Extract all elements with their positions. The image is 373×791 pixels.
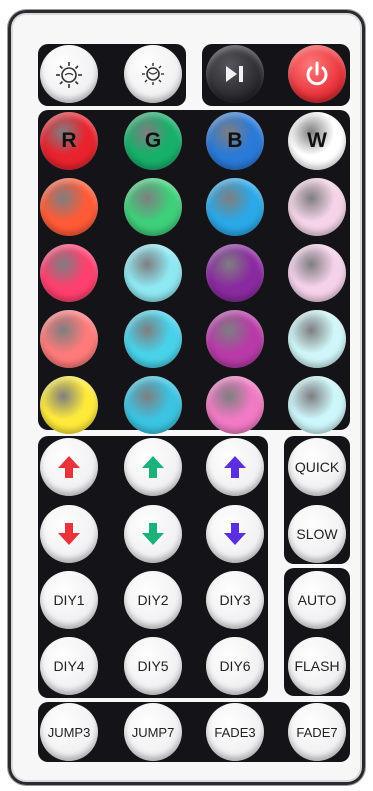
green-down-arrow-button[interactable] [124, 505, 182, 563]
color-label-r: R [61, 129, 77, 152]
diy5-label: DIY5 [137, 658, 169, 674]
brightness-down-button[interactable] [124, 45, 182, 103]
diy3-label: DIY3 [219, 592, 251, 608]
power-button[interactable] [288, 45, 346, 103]
brightness-up-icon [56, 62, 82, 88]
color-button-6[interactable] [124, 178, 182, 236]
diy4-button[interactable]: DIY4 [40, 637, 98, 695]
power-icon [306, 61, 328, 86]
slow-label: SLOW [296, 526, 338, 542]
blue-up-arrow-icon [224, 456, 246, 478]
color-button-b[interactable]: B [206, 112, 264, 170]
auto-button[interactable]: AUTO [288, 571, 346, 629]
jump3-label: JUMP3 [47, 724, 91, 740]
color-button-7[interactable] [206, 178, 264, 236]
color-label-b: B [227, 129, 243, 152]
jump7-button[interactable]: JUMP7 [124, 703, 182, 761]
color-button-5[interactable] [40, 178, 98, 236]
color-button-9[interactable] [40, 244, 98, 302]
color-label-w: W [307, 129, 327, 152]
color-button-g[interactable]: G [124, 112, 182, 170]
red-up-arrow-icon [58, 456, 80, 478]
fade7-button[interactable]: FADE7 [288, 703, 346, 761]
blue-down-arrow-icon [224, 523, 246, 545]
color-button-11[interactable] [206, 244, 264, 302]
color-button-17[interactable] [40, 376, 98, 434]
quick-button[interactable]: QUICK [288, 438, 346, 496]
color-button-20[interactable] [288, 376, 346, 434]
color-button-r[interactable]: R [40, 112, 98, 170]
color-button-15[interactable] [206, 310, 264, 368]
green-up-arrow-icon [142, 456, 164, 478]
blue-down-arrow-button[interactable] [206, 505, 264, 563]
flash-label: FLASH [294, 658, 340, 674]
jump3-button[interactable]: JUMP3 [40, 703, 98, 761]
red-down-arrow-icon [58, 523, 80, 545]
red-up-arrow-button[interactable] [40, 438, 98, 496]
jump7-label: JUMP7 [131, 724, 175, 740]
blue-up-arrow-button[interactable] [206, 438, 264, 496]
diy4-label: DIY4 [53, 658, 85, 674]
diy3-button[interactable]: DIY3 [206, 571, 264, 629]
fade3-button[interactable]: FADE3 [206, 703, 264, 761]
auto-label: AUTO [297, 592, 337, 608]
flash-button[interactable]: FLASH [288, 637, 346, 695]
play-pause-button[interactable] [206, 45, 264, 103]
color-button-8[interactable] [288, 178, 346, 236]
slow-button[interactable]: SLOW [288, 505, 346, 563]
diy6-label: DIY6 [219, 658, 251, 674]
color-button-14[interactable] [124, 310, 182, 368]
diy2-label: DIY2 [137, 592, 169, 608]
fade3-label: FADE3 [214, 724, 256, 740]
red-down-arrow-button[interactable] [40, 505, 98, 563]
diy1-label: DIY1 [53, 592, 85, 608]
fade7-label: FADE7 [296, 724, 338, 740]
color-button-w[interactable]: W [288, 112, 346, 170]
color-label-g: G [144, 129, 162, 152]
green-down-arrow-icon [142, 523, 164, 545]
diy1-button[interactable]: DIY1 [40, 571, 98, 629]
diy2-button[interactable]: DIY2 [124, 571, 182, 629]
diy5-button[interactable]: DIY5 [124, 637, 182, 695]
diy6-button[interactable]: DIY6 [206, 637, 264, 695]
brightness-down-icon [142, 63, 164, 85]
color-button-12[interactable] [288, 244, 346, 302]
brightness-up-button[interactable] [40, 45, 98, 103]
color-button-18[interactable] [124, 376, 182, 434]
quick-label: QUICK [294, 459, 340, 475]
color-button-19[interactable] [206, 376, 264, 434]
color-button-10[interactable] [124, 244, 182, 302]
play-pause-icon [226, 66, 243, 82]
color-button-16[interactable] [288, 310, 346, 368]
color-button-13[interactable] [40, 310, 98, 368]
green-up-arrow-button[interactable] [124, 438, 182, 496]
